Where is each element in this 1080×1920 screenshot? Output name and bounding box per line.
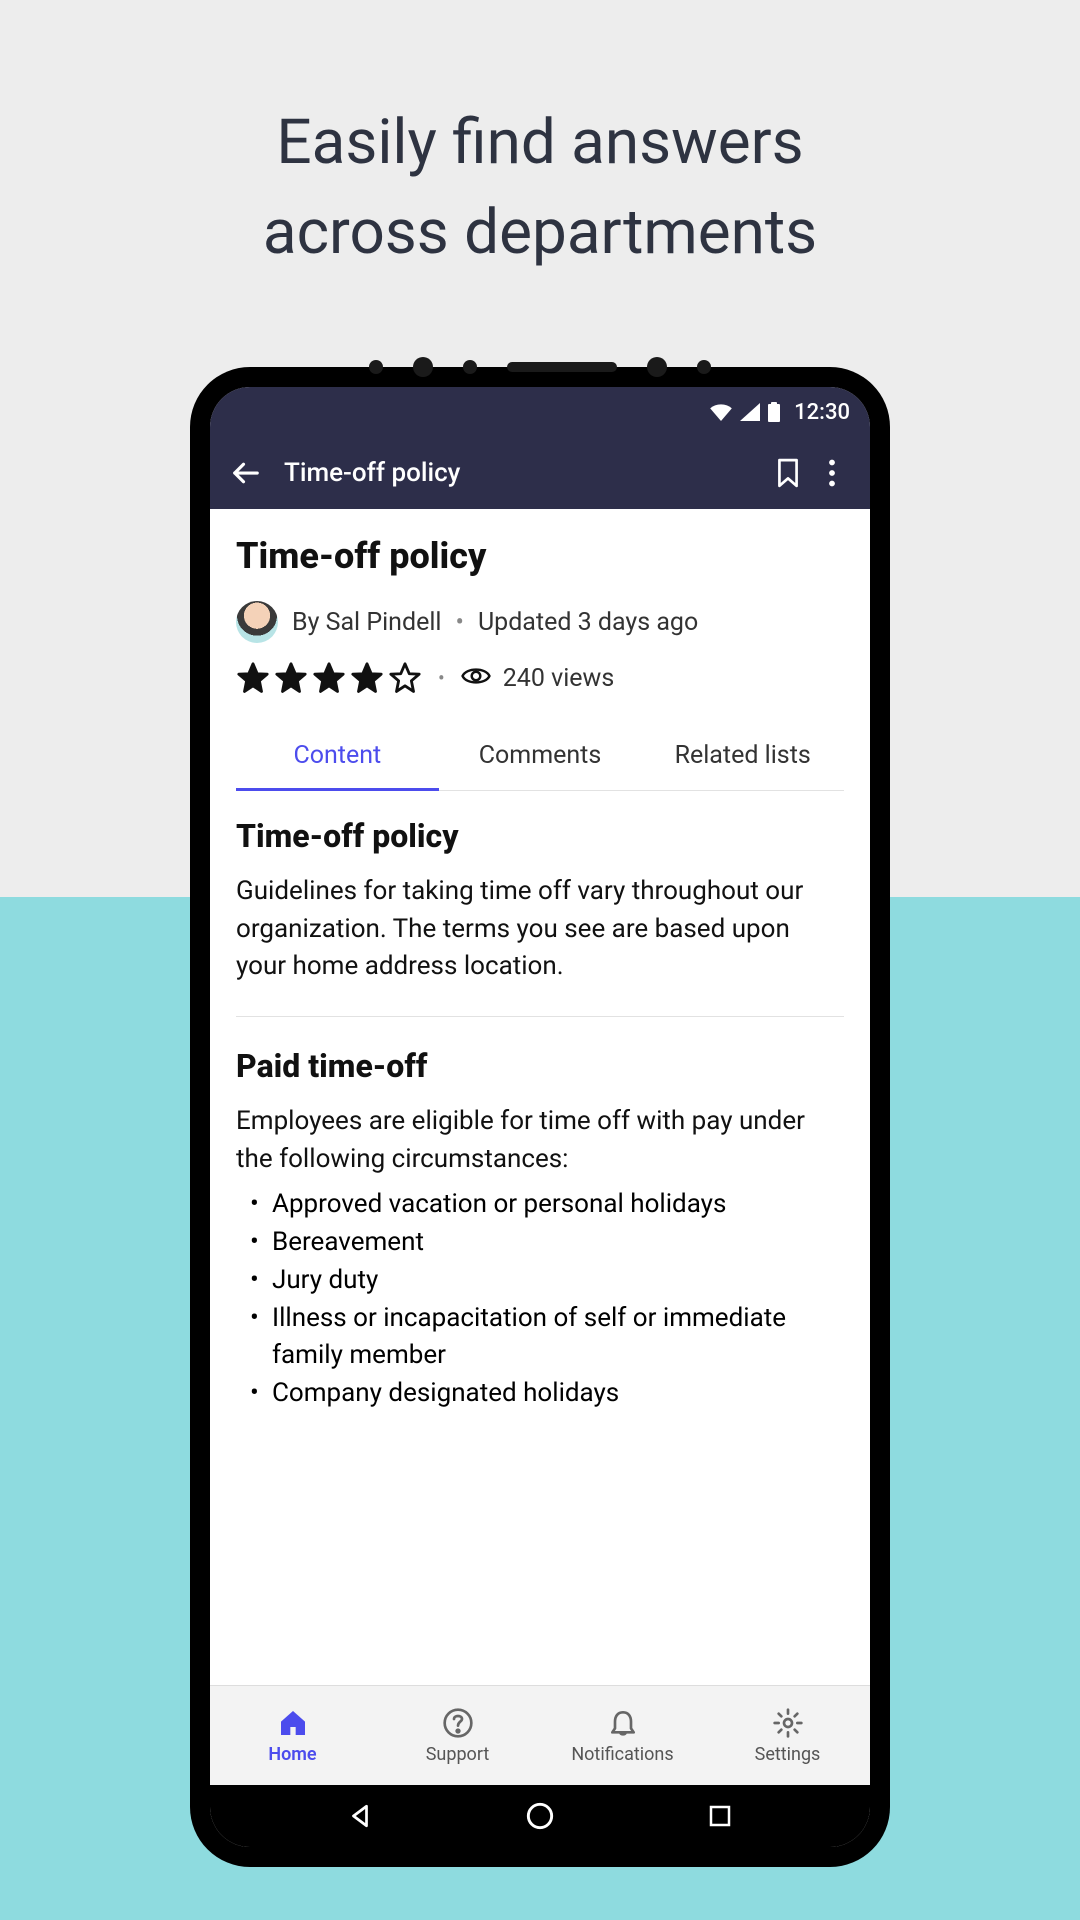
avatar <box>236 601 278 643</box>
tab-content[interactable]: Content <box>236 725 439 790</box>
app-bar: Time-off policy <box>210 437 870 509</box>
views-count: 240 views <box>503 664 615 693</box>
tab-comments[interactable]: Comments <box>439 725 642 790</box>
tab-related-lists[interactable]: Related lists <box>641 725 844 790</box>
camera-dot <box>647 357 667 377</box>
android-nav-bar <box>210 1785 870 1847</box>
hero-heading: Easily find answers across departments <box>0 0 1080 278</box>
eye-icon <box>461 665 491 691</box>
bottom-nav: Home Support Notifications Settings <box>210 1685 870 1785</box>
arrow-left-icon <box>231 458 261 488</box>
tabs: ContentCommentsRelated lists <box>236 725 844 791</box>
help-icon <box>441 1706 475 1740</box>
section-divider <box>236 1016 844 1017</box>
sensor-dot <box>369 360 383 374</box>
bookmark-icon <box>775 458 801 488</box>
bullet-list: Approved vacation or personal holidaysBe… <box>236 1186 844 1412</box>
author-name: Sal Pindell <box>326 608 442 637</box>
more-vertical-icon <box>828 459 836 487</box>
camera-dot <box>413 357 433 377</box>
android-home-button[interactable] <box>523 1799 557 1833</box>
meta-separator: • <box>438 666 445 690</box>
section-body: Guidelines for taking time off vary thro… <box>236 873 844 986</box>
square-recent-icon <box>708 1804 732 1828</box>
home-icon <box>276 1706 310 1740</box>
cellular-icon <box>740 403 760 421</box>
author-prefix: By <box>292 608 326 637</box>
list-item: Jury duty <box>236 1262 844 1300</box>
article-body: Time-off policy Guidelines for taking tim… <box>236 817 844 1413</box>
page-title: Time-off policy <box>236 535 844 577</box>
nav-item-home[interactable]: Home <box>210 1686 375 1785</box>
status-bar: 12:30 <box>210 387 870 437</box>
star-filled-icon <box>236 661 270 695</box>
sensor-dot <box>697 360 711 374</box>
wifi-icon <box>710 403 732 421</box>
nav-label: Notifications <box>571 1744 673 1765</box>
circle-home-icon <box>526 1802 554 1830</box>
hero-line-1: Easily find answers <box>0 98 1080 188</box>
battery-icon <box>768 402 780 422</box>
list-item: Approved vacation or personal holidays <box>236 1186 844 1224</box>
updated-label: Updated 3 days ago <box>478 608 698 637</box>
speaker-slot <box>507 362 617 372</box>
android-recent-button[interactable] <box>703 1799 737 1833</box>
section-heading: Time-off policy <box>236 817 844 855</box>
star-filled-icon <box>350 661 384 695</box>
star-empty-icon <box>388 661 422 695</box>
triangle-back-icon <box>347 1803 373 1829</box>
appbar-title: Time-off policy <box>284 458 766 488</box>
hero-line-2: across departments <box>0 188 1080 278</box>
nav-item-notifications[interactable]: Notifications <box>540 1686 705 1785</box>
star-filled-icon <box>312 661 346 695</box>
meta-row: • 240 views <box>236 661 844 695</box>
phone-screen: 12:30 Time-off policy Time-off policy By… <box>210 387 870 1847</box>
byline-separator: • <box>456 608 464 637</box>
nav-item-support[interactable]: Support <box>375 1686 540 1785</box>
sensor-dot <box>463 360 477 374</box>
more-button[interactable] <box>810 451 854 495</box>
bookmark-button[interactable] <box>766 451 810 495</box>
bell-icon <box>606 1706 640 1740</box>
list-item: Company designated holidays <box>236 1375 844 1413</box>
back-button[interactable] <box>226 453 266 493</box>
list-item: Illness or incapacitation of self or imm… <box>236 1300 844 1375</box>
section-heading: Paid time-off <box>236 1047 844 1085</box>
author-label: By Sal Pindell <box>292 608 442 637</box>
nav-label: Settings <box>755 1744 821 1765</box>
content-area: Time-off policy By Sal Pindell • Updated… <box>210 509 870 1685</box>
list-item: Bereavement <box>236 1224 844 1262</box>
phone-frame: 12:30 Time-off policy Time-off policy By… <box>190 367 890 1867</box>
android-back-button[interactable] <box>343 1799 377 1833</box>
status-time: 12:30 <box>794 400 850 425</box>
gear-icon <box>771 1706 805 1740</box>
nav-label: Support <box>426 1744 490 1765</box>
star-filled-icon <box>274 661 308 695</box>
rating-stars[interactable] <box>236 661 422 695</box>
nav-label: Home <box>268 1744 316 1765</box>
section-body: Employees are eligible for time off with… <box>236 1103 844 1178</box>
byline: By Sal Pindell • Updated 3 days ago <box>236 601 844 643</box>
nav-item-settings[interactable]: Settings <box>705 1686 870 1785</box>
